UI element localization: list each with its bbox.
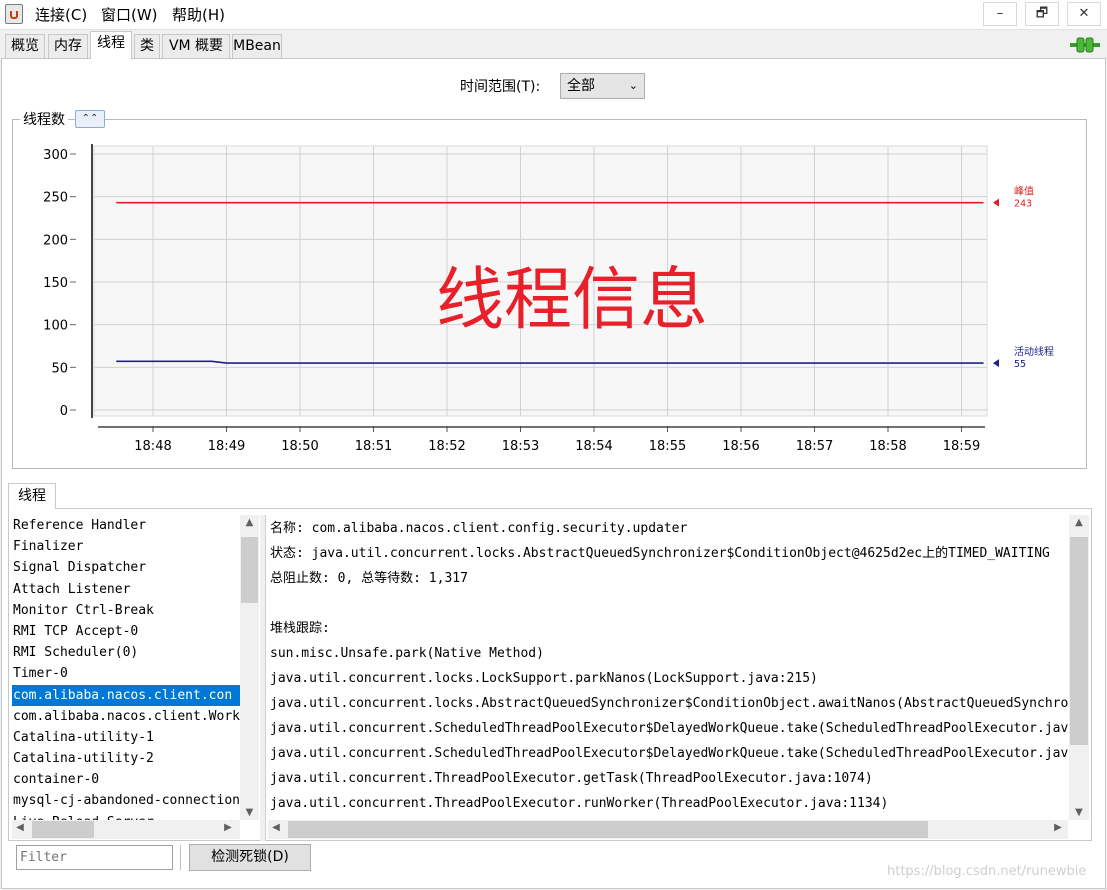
- thread-list-item[interactable]: Finalizer: [12, 536, 240, 557]
- menu-window[interactable]: 窗口(W): [101, 4, 158, 25]
- chevron-down-icon: ⌄: [628, 79, 638, 92]
- y-tick-label: 300: [43, 148, 68, 163]
- tab-threads[interactable]: 线程: [90, 31, 132, 59]
- series-value-label: 243: [1014, 199, 1032, 210]
- series-value-label: 55: [1014, 359, 1026, 370]
- scroll-left-icon[interactable]: ◀: [14, 822, 26, 833]
- x-tick-label: 18:58: [869, 439, 906, 454]
- thread-list-hscrollbar[interactable]: ◀ ▶: [12, 820, 240, 839]
- detail-line: 状态: java.util.concurrent.locks.AbstractQ…: [270, 546, 1050, 561]
- detail-line: java.util.concurrent.ThreadPoolExecutor.…: [270, 771, 873, 786]
- divider: [180, 845, 181, 870]
- connection-icon[interactable]: [1070, 36, 1100, 54]
- y-tick-label: 150: [43, 276, 68, 291]
- scroll-thumb[interactable]: [241, 537, 258, 603]
- watermark: https://blog.csdn.net/runewbie: [887, 864, 1087, 879]
- y-tick-label: 0: [60, 404, 68, 419]
- scroll-down-icon[interactable]: ▼: [240, 807, 259, 818]
- thread-list-item[interactable]: com.alibaba.nacos.client.con: [12, 684, 240, 706]
- x-tick-label: 18:49: [208, 439, 245, 454]
- thread-list-item[interactable]: RMI TCP Accept-0: [12, 621, 240, 642]
- x-tick-label: 18:57: [796, 439, 833, 454]
- restore-button[interactable]: 🗗: [1025, 2, 1059, 26]
- thread-list-item[interactable]: Catalina-utility-1: [12, 727, 240, 748]
- scroll-down-icon[interactable]: ▼: [1069, 807, 1089, 818]
- thread-detail: 名称: com.alibaba.nacos.client.config.secu…: [268, 516, 1068, 820]
- detect-deadlock-button[interactable]: 检测死锁(D): [189, 844, 311, 871]
- menu-help[interactable]: 帮助(H): [172, 4, 225, 25]
- x-tick-label: 18:51: [355, 439, 392, 454]
- detail-line: [268, 591, 1068, 616]
- thread-list-item[interactable]: RMI Scheduler(0): [12, 642, 240, 663]
- thread-list-item[interactable]: Reference Handler: [12, 515, 240, 536]
- series-name-label: 活动线程: [1014, 345, 1054, 358]
- thread-list-item[interactable]: container-0: [12, 769, 240, 790]
- detail-line: 堆栈跟踪:: [270, 621, 330, 636]
- thread-count-chart: 300 250 200 150 100 50 0 18:48 18:49 18:50 18:51 18…: [43, 144, 1054, 454]
- tab-vm-summary[interactable]: VM 概要: [162, 34, 230, 58]
- detail-line: java.util.concurrent.ScheduledThreadPool…: [270, 721, 1068, 736]
- menu-connect[interactable]: 连接(C): [35, 4, 87, 25]
- detail-line: java.util.concurrent.ScheduledThreadPool…: [270, 746, 1068, 761]
- x-tick-label: 18:54: [575, 439, 612, 454]
- scroll-right-icon[interactable]: ▶: [222, 822, 234, 833]
- detail-line: 名称: com.alibaba.nacos.client.config.secu…: [270, 521, 688, 536]
- detail-vscrollbar[interactable]: ▲ ▼: [1069, 515, 1089, 820]
- y-tick-label: 200: [43, 233, 68, 248]
- time-range-value: 全部: [567, 78, 595, 94]
- scroll-thumb[interactable]: [1070, 537, 1088, 745]
- detail-line: java.util.concurrent.ThreadPoolExecutor.…: [270, 796, 889, 811]
- tab-mbean[interactable]: MBean: [232, 34, 282, 58]
- scroll-thumb[interactable]: [288, 821, 928, 838]
- split-pane-divider[interactable]: [260, 515, 266, 841]
- collapse-icon[interactable]: ⌃⌃: [75, 110, 105, 128]
- x-tick-label: 18:59: [943, 439, 980, 454]
- x-tick-label: 18:53: [502, 439, 539, 454]
- scroll-right-icon[interactable]: ▶: [1052, 822, 1064, 833]
- scroll-thumb[interactable]: [32, 821, 94, 838]
- thread-list-item[interactable]: Attach Listener: [12, 579, 240, 600]
- detail-hscrollbar[interactable]: ◀ ▶: [268, 820, 1068, 839]
- minimize-button[interactable]: –: [983, 2, 1017, 26]
- series-marker-icon: [993, 359, 999, 368]
- scroll-up-icon[interactable]: ▲: [1069, 517, 1089, 528]
- close-button[interactable]: ✕: [1067, 2, 1101, 26]
- thread-list-item[interactable]: Timer-0: [12, 663, 240, 684]
- x-tick-label: 18:50: [281, 439, 318, 454]
- chart-title: 线程数: [20, 109, 68, 129]
- tab-thread-list[interactable]: 线程: [8, 483, 56, 509]
- y-tick-label: 50: [51, 361, 68, 376]
- thread-list-vscrollbar[interactable]: ▲ ▼: [240, 515, 259, 820]
- x-tick-label: 18:52: [428, 439, 465, 454]
- detail-line: java.util.concurrent.locks.LockSupport.p…: [270, 671, 818, 686]
- series-marker-icon: [993, 198, 999, 207]
- thread-list-item[interactable]: Catalina-utility-2: [12, 748, 240, 769]
- detail-line: sun.misc.Unsafe.park(Native Method): [270, 646, 544, 661]
- tab-classes[interactable]: 类: [134, 34, 160, 58]
- time-range-label: 时间范围(T):: [460, 79, 541, 95]
- x-tick-label: 18:56: [722, 439, 759, 454]
- x-tick-label: 18:55: [649, 439, 686, 454]
- detail-line: 总阻止数: 0, 总等待数: 1,317: [270, 571, 468, 586]
- thread-list-item[interactable]: Signal Dispatcher: [12, 557, 240, 578]
- scroll-up-icon[interactable]: ▲: [240, 517, 259, 528]
- detail-line: java.util.concurrent.locks.AbstractQueue…: [270, 696, 1068, 711]
- time-range-select[interactable]: 全部 ⌄: [560, 73, 645, 99]
- java-app-icon: [5, 4, 23, 24]
- y-tick-label: 250: [43, 191, 68, 206]
- thread-list-item[interactable]: mysql-cj-abandoned-connection: [12, 790, 240, 811]
- y-tick-label: 100: [43, 319, 68, 334]
- x-tick-label: 18:48: [134, 439, 171, 454]
- scroll-left-icon[interactable]: ◀: [270, 822, 282, 833]
- thread-list-item[interactable]: Live Reload Server: [12, 812, 240, 820]
- overlay-title: 线程信息: [436, 261, 708, 340]
- filter-input[interactable]: [16, 845, 173, 870]
- series-name-label: 峰值: [1014, 185, 1034, 198]
- thread-list[interactable]: Reference Handler Finalizer Signal Dispatc…: [12, 515, 240, 820]
- thread-list-item[interactable]: com.alibaba.nacos.client.Work: [12, 706, 240, 727]
- menu-bar: [0, 0, 1107, 30]
- tab-memory[interactable]: 内存: [48, 34, 88, 58]
- tab-overview[interactable]: 概览: [5, 34, 45, 58]
- thread-list-item[interactable]: Monitor Ctrl-Break: [12, 600, 240, 621]
